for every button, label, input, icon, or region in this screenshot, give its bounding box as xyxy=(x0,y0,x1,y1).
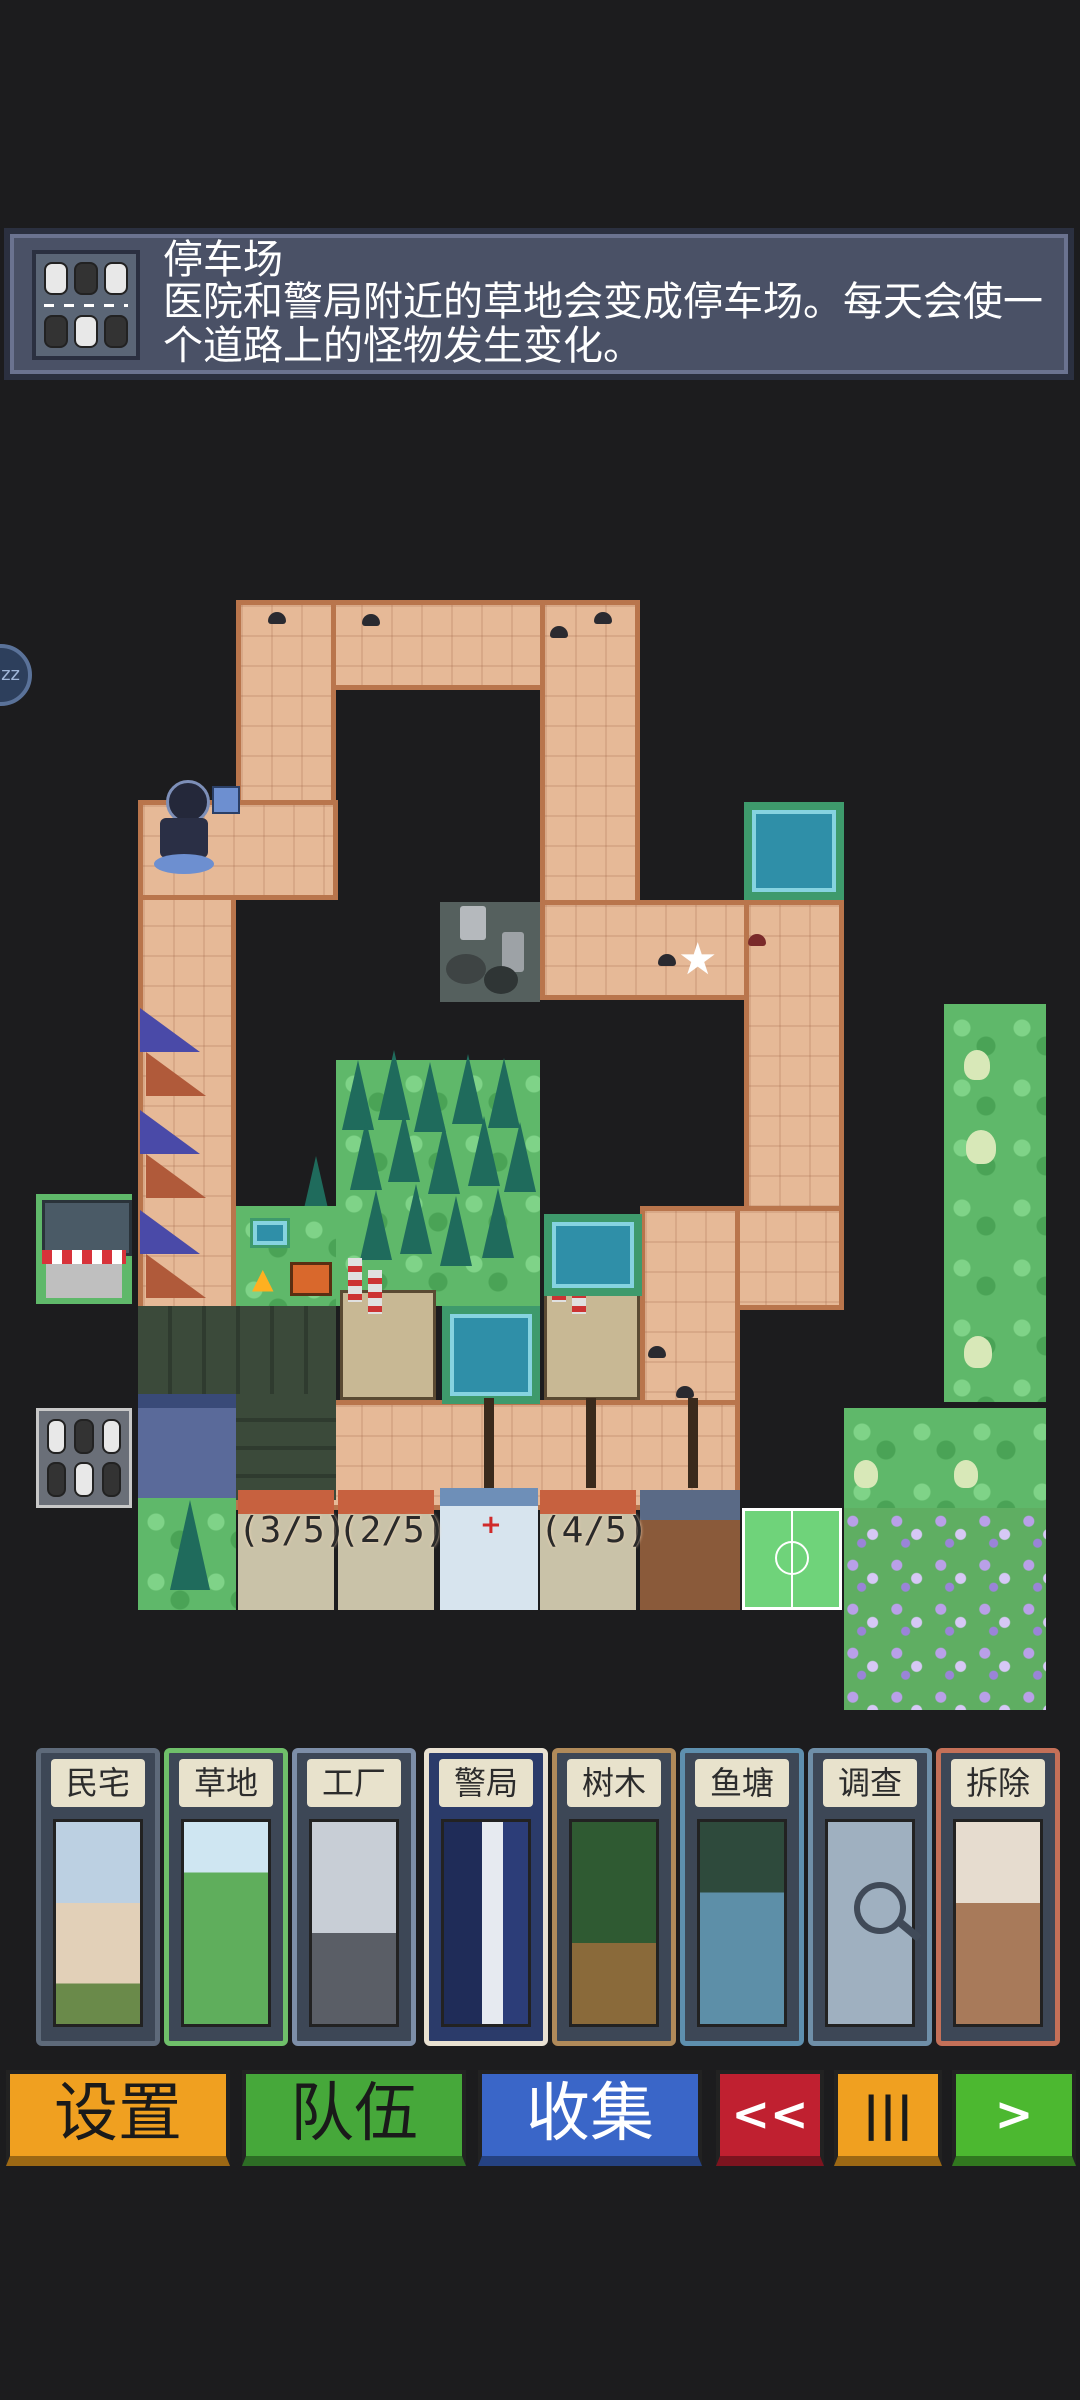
card-label: 警局 xyxy=(439,1759,533,1807)
card-investigate[interactable]: 调查 xyxy=(808,1748,932,2046)
card-art xyxy=(825,1819,922,2027)
tree-icon xyxy=(428,1124,460,1194)
card-factory[interactable]: 工厂 xyxy=(292,1748,416,2046)
chimney-icon xyxy=(348,1258,362,1302)
card-art xyxy=(953,1819,1043,2027)
flag-icon xyxy=(212,786,240,814)
card-label: 拆除 xyxy=(951,1759,1045,1807)
monster-icon[interactable] xyxy=(362,614,380,626)
card-label: 调查 xyxy=(823,1759,917,1807)
tree-icon xyxy=(170,1500,210,1590)
monster-icon[interactable] xyxy=(550,626,568,638)
hospital-building[interactable]: + xyxy=(440,1488,538,1610)
lamp-post-icon xyxy=(688,1398,698,1488)
settings-button[interactable]: 设置 xyxy=(6,2070,230,2166)
collection-button[interactable]: 收集 xyxy=(478,2070,702,2166)
tree-icon xyxy=(400,1184,432,1254)
card-art xyxy=(309,1819,399,2027)
pause-button[interactable]: ||| xyxy=(834,2070,942,2166)
barrier-tile[interactable] xyxy=(236,1394,336,1500)
tree-icon xyxy=(350,1120,382,1190)
card-trees[interactable]: 树木 xyxy=(552,1748,676,2046)
ghost-icon xyxy=(964,1050,990,1080)
parking-lot-icon xyxy=(32,250,140,360)
tree-icon xyxy=(504,1122,536,1192)
card-grassland[interactable]: 草地 xyxy=(164,1748,288,2046)
tree-icon xyxy=(468,1116,500,1186)
monster-icon[interactable] xyxy=(748,934,766,946)
info-title: 停车场 xyxy=(163,237,283,283)
pond-tile[interactable] xyxy=(744,802,844,900)
soccer-field-tile[interactable] xyxy=(742,1508,842,1610)
parking-lot-tile[interactable] xyxy=(36,1408,132,1508)
chimney-icon xyxy=(368,1270,382,1314)
card-label: 工厂 xyxy=(307,1759,401,1807)
card-art xyxy=(697,1819,787,2027)
house-counter: (2/5) xyxy=(338,1510,447,1551)
ghost-icon xyxy=(854,1460,878,1488)
tent-icon[interactable] xyxy=(146,1254,206,1298)
sleep-button[interactable]: zz xyxy=(0,644,32,706)
hero-character[interactable] xyxy=(152,774,216,878)
tent-icon[interactable] xyxy=(146,1154,206,1198)
factory-building[interactable] xyxy=(544,1290,640,1400)
card-label: 民宅 xyxy=(51,1759,145,1807)
card-police-station[interactable]: 警局 xyxy=(424,1748,548,2046)
card-art xyxy=(53,1819,143,2027)
small-pond xyxy=(250,1218,290,1248)
barrier-tile[interactable] xyxy=(138,1306,336,1406)
junk-pile[interactable] xyxy=(440,902,540,1002)
card-fish-pond[interactable]: 鱼塘 xyxy=(680,1748,804,2046)
monster-icon[interactable] xyxy=(268,612,286,624)
grass-tile[interactable] xyxy=(844,1408,1046,1508)
ghost-icon xyxy=(954,1460,978,1488)
ghost-icon xyxy=(964,1336,992,1368)
star-icon: ★ xyxy=(678,934,718,985)
flower-meadow-tile[interactable] xyxy=(844,1508,1046,1710)
tree-icon xyxy=(482,1188,514,1258)
tent-icon[interactable] xyxy=(146,1052,206,1096)
play-button[interactable]: > xyxy=(952,2070,1076,2166)
campfire-icon: ▲ xyxy=(252,1262,274,1295)
card-residence[interactable]: 民宅 xyxy=(36,1748,160,2046)
pond-tile[interactable] xyxy=(442,1306,540,1404)
card-label: 树木 xyxy=(567,1759,661,1807)
tent-icon[interactable] xyxy=(140,1210,200,1254)
house-counter: (3/5) xyxy=(238,1510,347,1551)
rewind-button[interactable]: << xyxy=(716,2070,824,2166)
monster-icon[interactable] xyxy=(594,612,612,624)
info-description: 医院和警局附近的草地会变成停车场。每天会使一个道路上的怪物发生变化。 xyxy=(163,279,1043,369)
factory-building[interactable] xyxy=(340,1290,436,1400)
house-counter: (4/5) xyxy=(540,1510,649,1551)
cart-icon xyxy=(290,1262,332,1296)
team-button[interactable]: 队伍 xyxy=(242,2070,466,2166)
shop-tile[interactable] xyxy=(36,1194,132,1304)
tent-icon[interactable] xyxy=(140,1008,200,1052)
lamp-post-icon xyxy=(586,1398,596,1488)
tent-icon[interactable] xyxy=(140,1110,200,1154)
tree-icon xyxy=(440,1196,472,1266)
police-building[interactable] xyxy=(138,1394,236,1498)
ghost-icon xyxy=(966,1130,996,1164)
monster-icon[interactable] xyxy=(648,1346,666,1358)
tree-icon xyxy=(378,1050,410,1120)
pond-tile[interactable] xyxy=(544,1214,642,1296)
school-building[interactable] xyxy=(640,1490,740,1610)
monster-icon[interactable] xyxy=(658,954,676,966)
card-art xyxy=(569,1819,659,2027)
card-demolish[interactable]: 拆除 xyxy=(936,1748,1060,2046)
card-label: 草地 xyxy=(179,1759,273,1807)
tree-icon xyxy=(388,1112,420,1182)
card-art xyxy=(441,1819,531,2027)
lamp-post-icon xyxy=(484,1398,494,1488)
monster-icon[interactable] xyxy=(676,1386,694,1398)
grass-tile[interactable] xyxy=(944,1004,1046,1402)
tree-icon xyxy=(360,1190,392,1260)
card-label: 鱼塘 xyxy=(695,1759,789,1807)
tree-icon xyxy=(452,1054,484,1124)
card-art xyxy=(181,1819,271,2027)
